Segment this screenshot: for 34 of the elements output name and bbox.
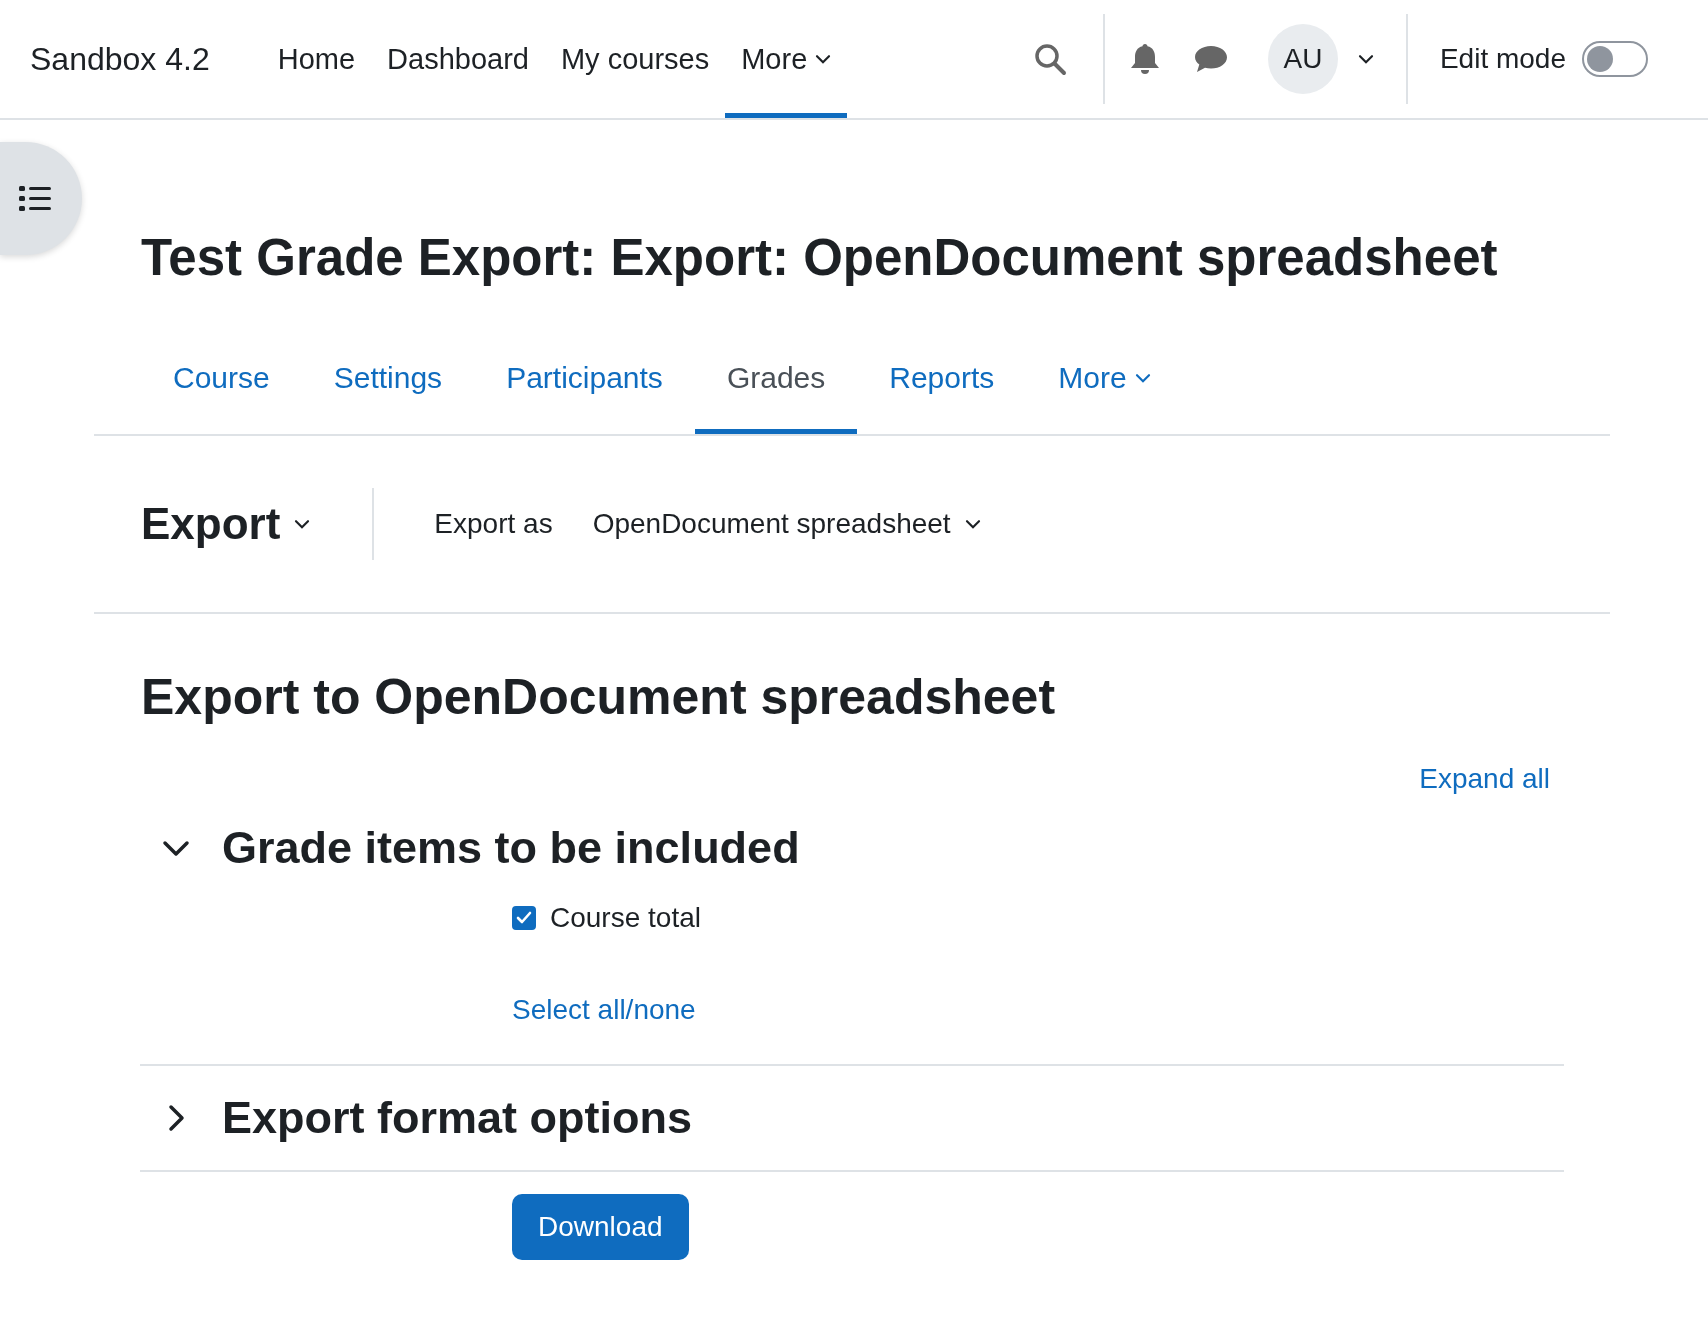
nav-item[interactable]: More <box>725 0 848 118</box>
search-icon[interactable] <box>1032 42 1067 76</box>
section-title: Export format options <box>222 1092 692 1144</box>
course-tab[interactable]: Course <box>141 333 302 434</box>
export-format-select[interactable]: OpenDocument spreadsheet <box>586 507 987 541</box>
site-name[interactable]: Sandbox 4.2 <box>30 40 210 78</box>
select-all-link[interactable]: Select all/none <box>512 994 1564 1026</box>
edit-mode-label: Edit mode <box>1439 43 1566 75</box>
list-icon <box>19 185 51 212</box>
caret-icon <box>294 518 311 530</box>
checkbox[interactable] <box>512 906 536 930</box>
download-button[interactable]: Download <box>512 1194 689 1260</box>
user-avatar[interactable]: AU <box>1267 24 1338 94</box>
caret-icon <box>1357 53 1374 65</box>
chat-icon[interactable] <box>1193 44 1228 74</box>
nav-item[interactable]: My courses <box>544 0 726 118</box>
form-heading: Export to OpenDocument spreadsheet <box>141 670 1057 725</box>
course-tab[interactable]: Grades <box>694 333 858 434</box>
expand-all-link[interactable]: Expand all <box>1419 763 1550 795</box>
course-tab[interactable]: Settings <box>301 333 475 434</box>
caret-icon <box>964 518 981 530</box>
checkbox-label[interactable]: Course total <box>550 902 701 934</box>
export-menu-button[interactable]: Export <box>141 488 375 560</box>
edit-mode-toggle[interactable] <box>1582 41 1648 77</box>
bell-icon[interactable] <box>1129 42 1160 76</box>
nav-item[interactable]: Dashboard <box>371 0 545 118</box>
section-title: Grade items to be included <box>222 822 800 874</box>
drawer-toggle-button[interactable] <box>0 142 82 255</box>
nav-item[interactable]: Home <box>261 0 372 118</box>
course-tab[interactable]: Reports <box>857 333 1027 434</box>
export-as-label: Export as <box>434 508 553 540</box>
check-icon <box>516 911 532 925</box>
course-tab[interactable]: Participants <box>474 333 695 434</box>
course-tab[interactable]: More <box>1026 333 1183 434</box>
